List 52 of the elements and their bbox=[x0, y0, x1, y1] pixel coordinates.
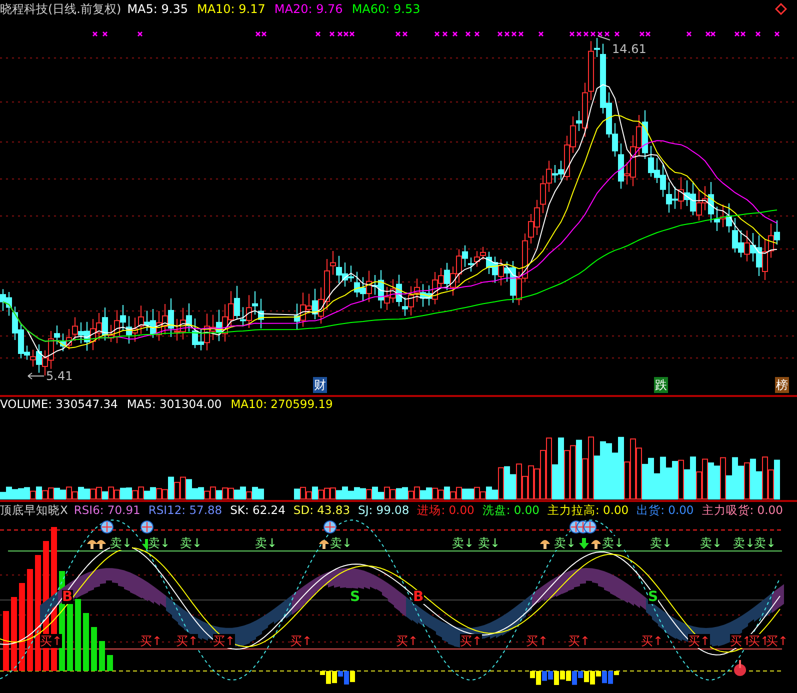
signal-label: 买↑ bbox=[290, 634, 312, 648]
ma-value: MA5: 9.35 bbox=[127, 2, 188, 16]
signal-label: 卖↓ bbox=[754, 536, 776, 550]
signal-label: 买↑ bbox=[140, 634, 162, 648]
signal-label: 买↑ bbox=[396, 634, 418, 648]
indicator-value: 洗盘: 0.00 bbox=[482, 502, 540, 518]
signal-label: 买↑ bbox=[526, 634, 548, 648]
indicator-value: SJ: 99.08 bbox=[358, 503, 410, 517]
signal-label: B bbox=[62, 590, 73, 604]
signal-label: B bbox=[413, 590, 424, 604]
signal-label: 买↑ bbox=[213, 634, 236, 648]
indicator-value: RSI12: 57.88 bbox=[148, 503, 222, 517]
signal-label: S bbox=[648, 590, 658, 604]
ma-value: MA10: 9.17 bbox=[196, 2, 266, 16]
indicator-value: RSI6: 70.91 bbox=[74, 503, 140, 517]
indicator-value: SD: 43.83 bbox=[293, 503, 350, 517]
indicator-value: 主力拉高: 0.00 bbox=[547, 502, 629, 518]
signal-label: 卖↓ bbox=[255, 536, 278, 550]
signal-label: 卖↓ bbox=[602, 536, 624, 550]
signal-label: 卖↓ bbox=[650, 536, 672, 550]
indicator-value: 进场: 0.00 bbox=[417, 502, 474, 518]
volume-value: MA10: 270599.19 bbox=[230, 397, 333, 411]
price-label: 5.41 bbox=[46, 369, 73, 383]
indicator-title: 顶底早知晓X bbox=[0, 502, 68, 518]
volume-value: MA5: 301304.00 bbox=[126, 397, 222, 411]
signal-label: 卖↓ bbox=[148, 536, 170, 550]
volume-value: VOLUME: 330547.34 bbox=[0, 397, 118, 411]
event-tag[interactable]: 跌 bbox=[654, 377, 668, 393]
signal-label: 卖↓ bbox=[554, 536, 576, 550]
signal-label: 买↑ bbox=[176, 634, 198, 648]
signal-label: 卖↓ bbox=[330, 536, 352, 550]
signal-label: 卖↓ bbox=[110, 536, 132, 550]
event-tag[interactable]: 财 bbox=[313, 377, 327, 393]
signal-label: 买↑ bbox=[641, 634, 664, 648]
signal-label: 买↑ bbox=[460, 634, 482, 648]
signal-label: 卖↓ bbox=[180, 536, 202, 550]
indicator-value: 主力吸货: 0.00 bbox=[702, 502, 783, 518]
signal-label: 买↑ bbox=[688, 634, 710, 648]
signal-label: 卖↓ bbox=[733, 536, 756, 550]
indicator-value: 出货: 0.00 bbox=[636, 502, 694, 518]
signal-label: 买↑ bbox=[40, 634, 62, 648]
ma-value: MA60: 9.53 bbox=[352, 2, 420, 16]
signal-label: 卖↓ bbox=[700, 536, 722, 550]
signal-label: S bbox=[350, 590, 360, 604]
signal-label: 买↑ bbox=[568, 634, 590, 648]
chart-title: 晓程科技(日线.前复权) bbox=[0, 0, 122, 18]
event-tag[interactable]: 榜 bbox=[775, 377, 789, 393]
signal-label: 卖↓ bbox=[478, 536, 500, 550]
ma-value: MA20: 9.76 bbox=[274, 2, 343, 16]
price-label: 14.61 bbox=[612, 42, 646, 56]
signal-label: 卖↓ bbox=[452, 536, 474, 550]
indicator-value: SK: 62.24 bbox=[230, 503, 286, 517]
